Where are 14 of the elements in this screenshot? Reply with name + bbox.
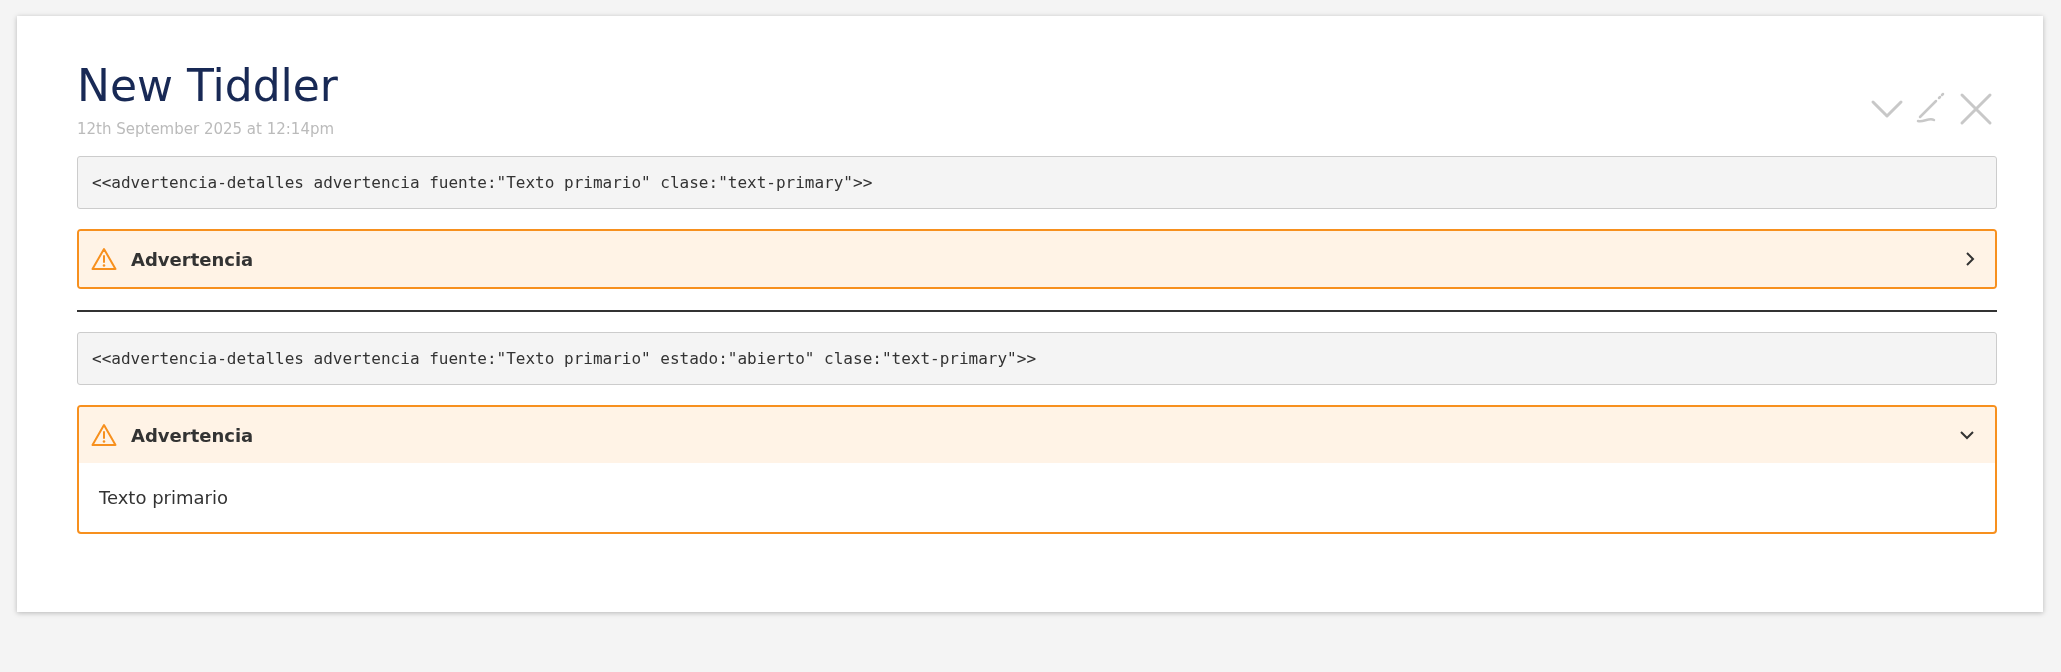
alert-title: Advertencia [131,248,255,270]
code-block: <<advertencia-detalles advertencia fuente:"Texto primario" clase:"text-primary">> [77,156,1997,210]
alert-body-text: Texto primario [98,486,229,511]
code-block: <<advertencia-detalles advertencia fuente:"Texto primario" estado:"abierto" clase:"text-primary">> [77,332,1997,386]
warning-icon [91,247,117,272]
chevron-right-icon [1965,251,1975,268]
close-icon[interactable] [1959,92,1993,126]
alert-title: Advertencia [131,424,255,446]
chevron-down-icon [1959,430,1975,441]
warning-icon [91,423,117,448]
tiddler-date: 12th September 2025 at 12:14pm [77,120,336,139]
alert-header[interactable]: Advertencia [79,407,1995,464]
alert-header[interactable]: Advertencia [79,231,1995,288]
tiddler-title: New Tiddler [77,62,338,111]
